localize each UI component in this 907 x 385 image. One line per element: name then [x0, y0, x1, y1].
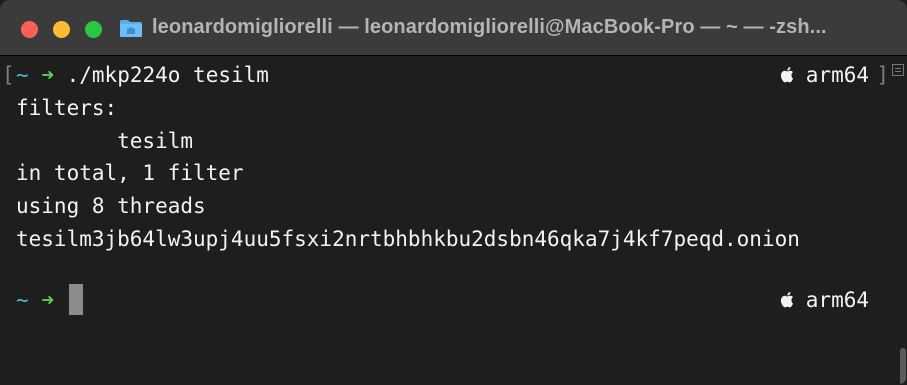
- arrow-right-icon: ➜: [41, 288, 54, 312]
- prompt-arch-right: arm64: [780, 60, 869, 90]
- command-text: ./mkp224o tesilm: [66, 63, 269, 87]
- apple-icon: [780, 292, 793, 308]
- scrollbar-thumb[interactable]: [900, 348, 906, 385]
- terminal-content[interactable]: [ ~ ➜ ./mkp224o tesilm arm64 ] filters: …: [0, 56, 907, 385]
- output-threads: using 8 threads: [16, 194, 206, 218]
- command-line: ~ ➜ ./mkp224o tesilm: [16, 60, 269, 90]
- arrow-right-icon: ➜: [41, 63, 54, 87]
- prompt-arch-right: arm64: [780, 285, 869, 315]
- prompt-bracket-right: ]: [876, 63, 889, 87]
- title-bar[interactable]: leonardomigliorelli — leonardomigliorell…: [0, 0, 907, 56]
- apple-icon: [780, 67, 793, 83]
- output-total: in total, 1 filter: [16, 161, 244, 185]
- prompt-tilde: ~: [16, 288, 29, 312]
- current-prompt: ~ ➜: [16, 285, 54, 315]
- window-title: leonardomigliorelli — leonardomigliorell…: [152, 16, 827, 38]
- zoom-button[interactable]: [85, 21, 102, 38]
- output-filters-header: filters:: [16, 96, 118, 120]
- output-onion-address: tesilm3jb64lw3upj4uu5fsxi2nrtbhbhkbu2dsb…: [16, 227, 800, 251]
- close-button[interactable]: [21, 21, 38, 38]
- arch-label: arm64: [805, 288, 869, 312]
- output-filter-item: tesilm: [16, 129, 194, 153]
- terminal-window: leonardomigliorelli — leonardomigliorell…: [0, 0, 907, 385]
- prompt-tilde: ~: [16, 63, 29, 87]
- folder-icon: [120, 20, 142, 37]
- minimize-button[interactable]: [53, 21, 70, 38]
- text-cursor: [69, 284, 83, 315]
- prompt-bracket-left: [: [2, 63, 15, 87]
- arch-label: arm64: [805, 63, 869, 87]
- sidebar-toggle-icon[interactable]: [892, 64, 904, 76]
